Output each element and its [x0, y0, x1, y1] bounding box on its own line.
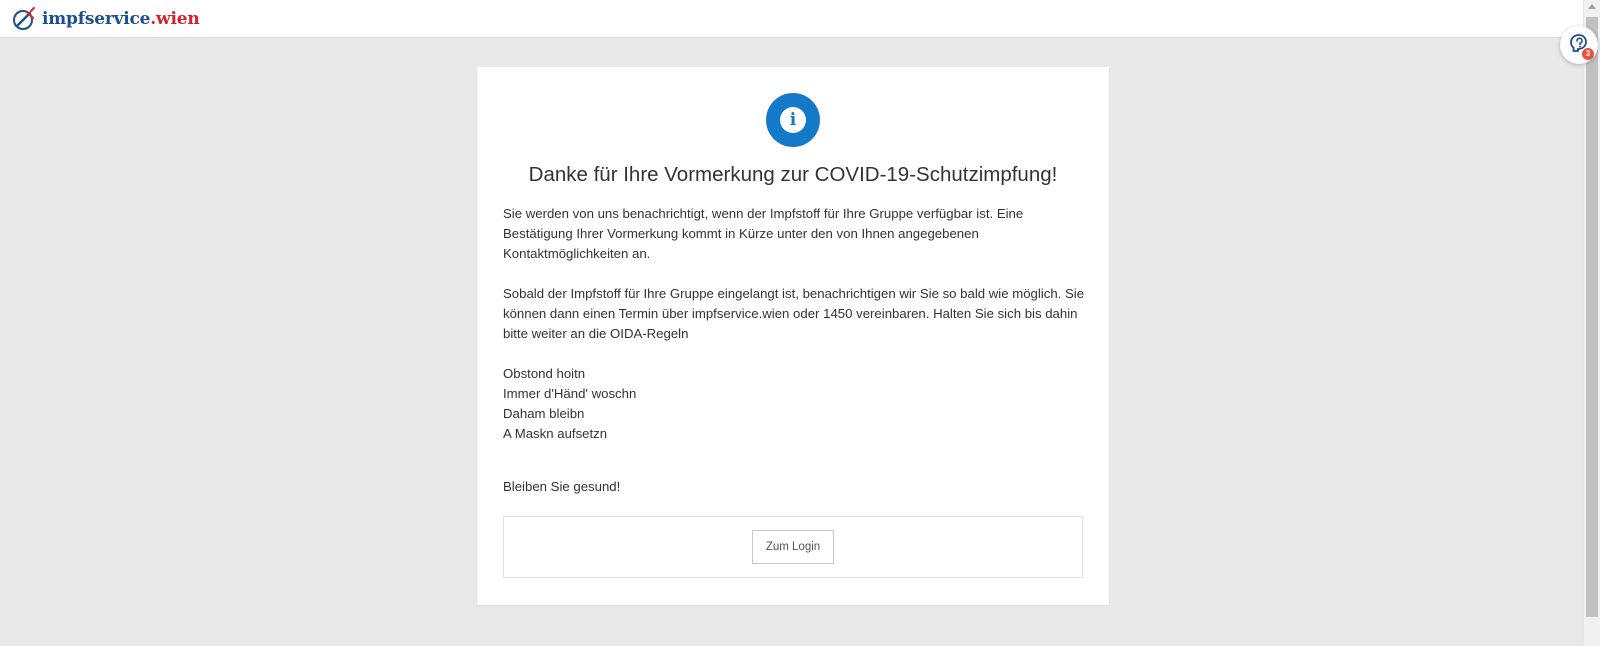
- page-title: Danke für Ihre Vormerkung zur COVID-19-S…: [528, 163, 1058, 186]
- rule-item: Immer d'Händ' woschn: [503, 386, 637, 401]
- next-steps-paragraph: Sobald der Impfstoff für Ihre Gruppe ein…: [503, 286, 1085, 341]
- action-panel: Zum Login: [503, 516, 1083, 578]
- top-header-bar: impfservice.wien: [0, 0, 1583, 38]
- syringe-circle-icon: [12, 6, 36, 31]
- scrollbar-thumb[interactable]: [1586, 17, 1598, 617]
- rule-item: Obstond hoitn: [503, 366, 586, 381]
- info-icon-glyph: i: [780, 107, 806, 133]
- logo-text-main: impfservice: [42, 8, 151, 29]
- confirmation-card: i Danke für Ihre Vormerkung zur COVID-19…: [477, 67, 1109, 605]
- login-button[interactable]: Zum Login: [752, 530, 834, 564]
- rule-item: A Maskn aufsetzn: [503, 426, 608, 441]
- closing-text: Bleiben Sie gesund!: [503, 479, 621, 494]
- confirmation-message: Sie werden von uns benachrichtigt, wenn …: [503, 204, 1088, 497]
- site-logo[interactable]: impfservice.wien: [12, 6, 200, 31]
- rule-item: Daham bleibn: [503, 406, 585, 421]
- notification-badge: 3: [1582, 48, 1594, 60]
- notification-paragraph: Sie werden von uns benachrichtigt, wenn …: [503, 206, 1024, 261]
- accessibility-widget-button[interactable]: 3: [1560, 26, 1598, 64]
- logo-wordmark: impfservice.wien: [42, 8, 200, 29]
- page-scrollbar[interactable]: [1583, 0, 1600, 646]
- info-icon: i: [766, 93, 820, 147]
- scroll-up-arrow-icon[interactable]: [1588, 4, 1596, 9]
- logo-text-domain: .wien: [150, 8, 200, 29]
- oida-rules-list: Obstond hoitn Immer d'Händ' woschn Daham…: [503, 364, 1088, 444]
